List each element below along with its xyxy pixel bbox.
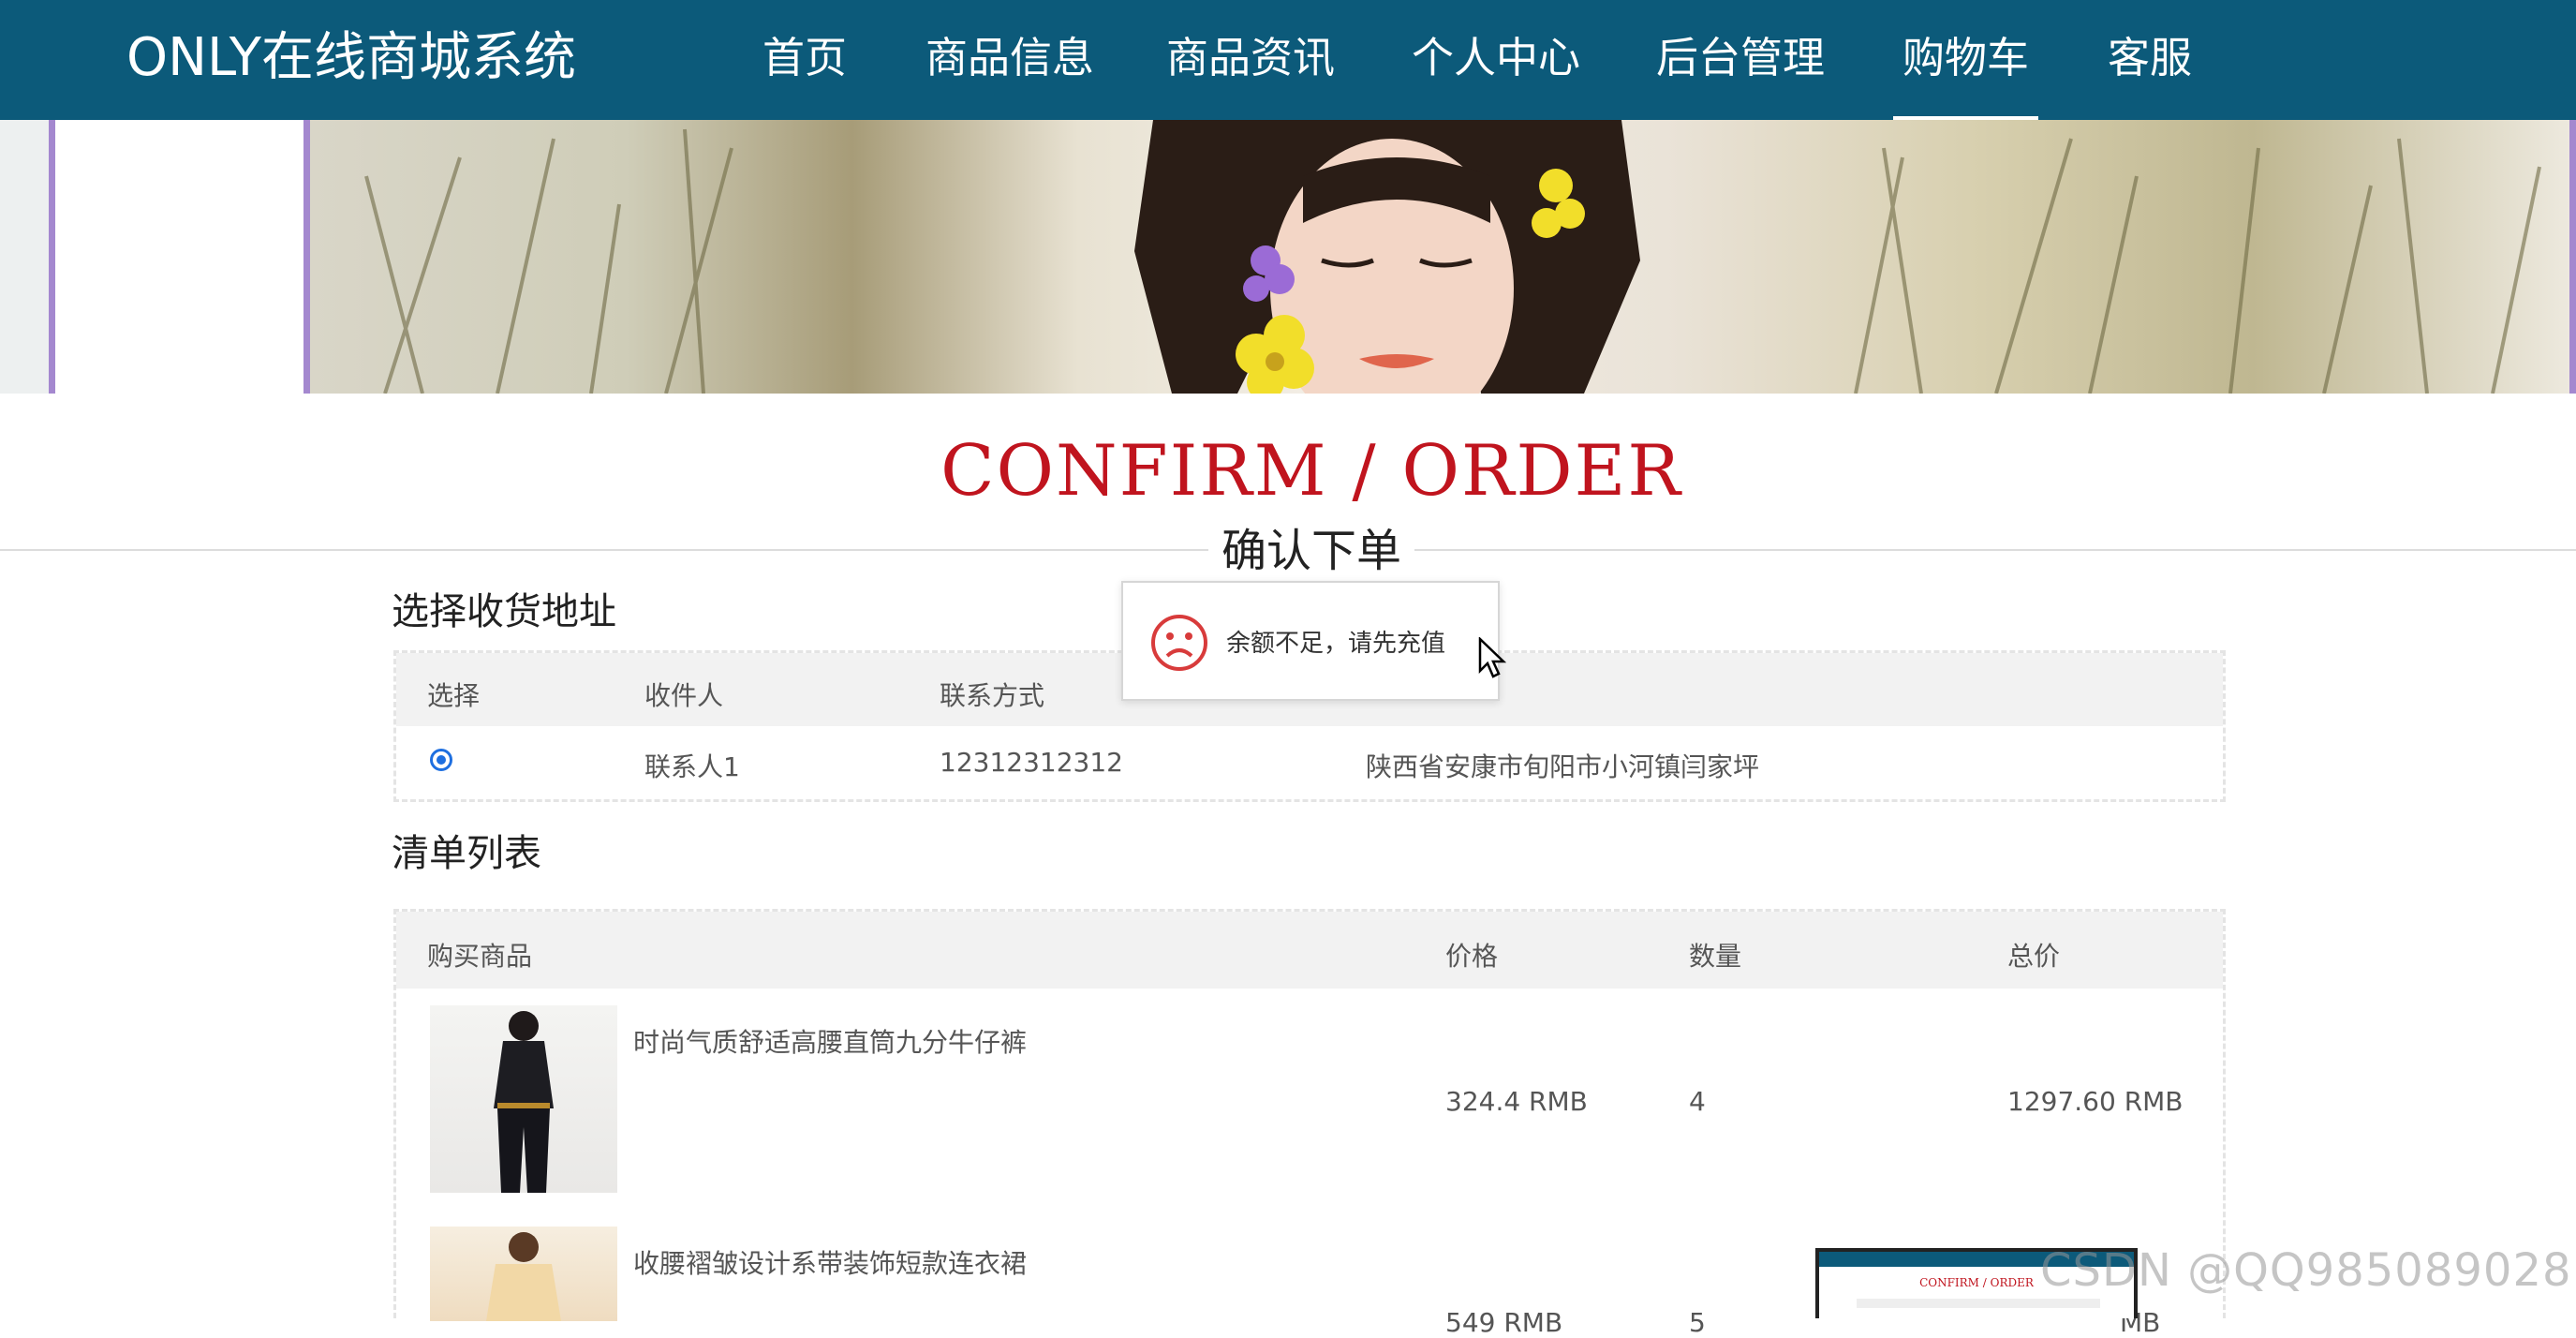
hero-banner xyxy=(0,120,2576,394)
banner-left-panel xyxy=(0,120,310,394)
nav-products[interactable]: 商品信息 xyxy=(925,21,1094,96)
order-table-header: 购买商品 价格 数量 总价 xyxy=(396,912,2223,989)
product-qty: 4 xyxy=(1689,1086,1706,1117)
address-radio[interactable] xyxy=(430,749,452,771)
balance-alert-popup: 余额不足，请先充值 xyxy=(1121,581,1500,701)
list-section-title: 清单列表 xyxy=(392,832,541,875)
col-price: 价格 xyxy=(1445,941,1499,972)
col-product: 购买商品 xyxy=(427,941,533,972)
page-subtitle: 确认下单 xyxy=(1208,518,1414,584)
product-thumbnail[interactable] xyxy=(430,1005,617,1193)
nav-service[interactable]: 客服 xyxy=(2108,21,2192,96)
col-qty: 数量 xyxy=(1689,941,1742,972)
mouse-cursor-icon xyxy=(1478,636,1507,684)
nav-cart[interactable]: 购物车 xyxy=(1892,21,2039,120)
banner-right-edge xyxy=(2569,120,2576,394)
col-recipient: 收件人 xyxy=(644,680,724,711)
nav-admin[interactable]: 后台管理 xyxy=(1656,21,1825,96)
address-recipient: 联系人1 xyxy=(644,751,740,782)
product-qty: 5 xyxy=(1689,1307,1706,1338)
product-price: 324.4 RMB xyxy=(1445,1086,1588,1117)
nav-home[interactable]: 首页 xyxy=(762,21,847,96)
sad-face-icon xyxy=(1149,613,1209,676)
address-detail: 陕西省安康市旬阳市小河镇闫家坪 xyxy=(1366,751,1760,782)
product-price: 549 RMB xyxy=(1445,1307,1563,1338)
nav-profile[interactable]: 个人中心 xyxy=(1412,21,1580,96)
col-contact: 联系方式 xyxy=(940,680,1045,711)
page-title: CONFIRM / ORDER xyxy=(940,429,1682,512)
product-total: 1297.60 RMB xyxy=(2007,1086,2184,1117)
product-thumbnail[interactable] xyxy=(430,1226,617,1321)
address-section-title: 选择收货地址 xyxy=(392,590,616,633)
product-name[interactable]: 时尚气质舒适高腰直筒九分牛仔裤 xyxy=(633,1022,1027,1060)
banner-photo xyxy=(310,120,2569,394)
col-select: 选择 xyxy=(427,680,481,711)
site-brand[interactable]: ONLY在线商城系统 xyxy=(126,21,576,96)
col-total: 总价 xyxy=(2007,941,2061,972)
alert-message: 余额不足，请先充值 xyxy=(1226,630,1446,658)
top-navbar: ONLY在线商城系统 首页 商品信息 商品资讯 个人中心 后台管理 购物车 客服 xyxy=(0,0,2576,120)
product-name[interactable]: 收腰褶皱设计系带装饰短款连衣裙 xyxy=(633,1243,1027,1281)
address-phone: 12312312312 xyxy=(940,747,1123,778)
nav-news[interactable]: 商品资讯 xyxy=(1166,21,1335,96)
csdn-watermark: CSDN @QQ985089028 xyxy=(2040,1244,2572,1297)
